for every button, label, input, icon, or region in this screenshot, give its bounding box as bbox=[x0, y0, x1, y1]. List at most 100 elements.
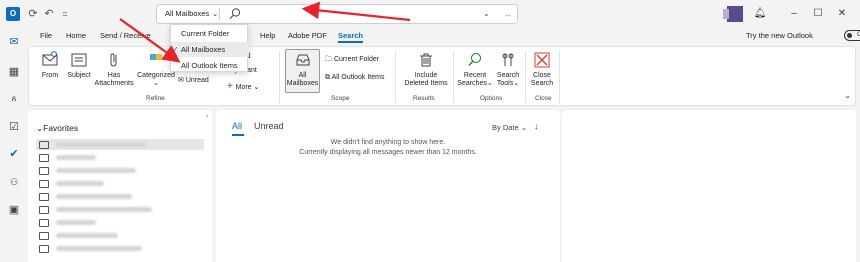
has-attachments-label-2: Attachments bbox=[94, 80, 134, 87]
from-button[interactable]: From bbox=[39, 51, 61, 80]
tab-search[interactable]: Search bbox=[338, 31, 364, 43]
subject-label: Subject bbox=[67, 72, 91, 79]
folder-item[interactable] bbox=[36, 204, 204, 215]
subject-icon bbox=[71, 53, 87, 67]
folder-item[interactable] bbox=[36, 152, 204, 163]
try-new-outlook-label: Try the new Outlook bbox=[746, 31, 813, 40]
search-go-arrow-icon[interactable]: → bbox=[503, 6, 512, 22]
include-deleted-label-2: Deleted Items bbox=[404, 80, 448, 87]
folder-name-redacted bbox=[56, 207, 152, 212]
try-new-outlook-toggle[interactable]: Off bbox=[844, 30, 860, 41]
all-mailboxes-label-2: Mailboxes bbox=[286, 80, 319, 87]
folder-name-redacted bbox=[56, 233, 118, 238]
apps-icon[interactable]: ▣ bbox=[6, 202, 22, 218]
all-outlook-items-button[interactable]: ⧉ All Outlook Items bbox=[325, 74, 384, 82]
folder-item[interactable] bbox=[36, 178, 204, 189]
folder-name-redacted bbox=[56, 168, 136, 173]
paperclip-icon bbox=[110, 53, 117, 67]
tab-all[interactable]: All bbox=[232, 121, 245, 136]
folder-name-redacted bbox=[56, 155, 96, 160]
tasks-clipboard-icon[interactable]: ☑ bbox=[6, 119, 22, 135]
folder-item[interactable] bbox=[36, 243, 204, 254]
mail-icon[interactable]: ✉ bbox=[6, 34, 22, 50]
all-mailboxes-label-1: All bbox=[298, 72, 307, 79]
menu-item-current-folder[interactable]: Current Folder bbox=[171, 26, 249, 41]
search-tools-label-1: Search bbox=[496, 72, 520, 79]
recent-search-icon bbox=[468, 53, 481, 66]
folder-item[interactable] bbox=[36, 191, 204, 202]
divider bbox=[219, 8, 220, 20]
chevron-down-icon: ⌄ bbox=[513, 80, 520, 87]
favorites-header[interactable]: ⌄Favorites bbox=[36, 123, 78, 134]
has-attachments-button[interactable]: Has Attachments bbox=[93, 51, 135, 88]
sort-by-dropdown[interactable]: By Date ⌄ bbox=[492, 123, 527, 132]
category-icon bbox=[150, 54, 162, 60]
collapse-pane-chevron-icon[interactable]: ‹ bbox=[206, 113, 208, 120]
sort-direction-arrow-icon[interactable]: ↓ bbox=[534, 121, 539, 131]
folder-item[interactable] bbox=[36, 217, 204, 228]
chevron-down-icon: ⌄ bbox=[251, 84, 260, 91]
search-scope-dropdown[interactable]: All Mailboxes ⌄ bbox=[159, 6, 224, 22]
folder-item[interactable] bbox=[36, 165, 204, 176]
search-scope-menu: Current Folder ✓ All Mailboxes All Outlo… bbox=[170, 24, 249, 73]
divider bbox=[279, 51, 280, 103]
quick-access-customize-icon[interactable]: = bbox=[58, 7, 72, 21]
tools-icon bbox=[502, 53, 514, 66]
folder-icon bbox=[39, 219, 49, 227]
maximize-icon[interactable]: ☐ bbox=[810, 6, 826, 22]
people-icon[interactable]: ጸ bbox=[6, 91, 22, 107]
avatar[interactable] bbox=[723, 6, 743, 22]
favorites-label: Favorites bbox=[43, 123, 79, 133]
unread-label: Unread bbox=[185, 77, 209, 84]
search-scope-label: All Mailboxes bbox=[165, 9, 210, 18]
folder-name-redacted bbox=[56, 142, 146, 147]
divider bbox=[453, 51, 454, 103]
search-tools-button[interactable]: Search Tools⌄ bbox=[495, 51, 521, 88]
sync-icon[interactable]: ⟳ bbox=[26, 7, 40, 21]
org-chart-icon[interactable]: ⚇ bbox=[6, 174, 22, 190]
search-options-chevron-icon[interactable]: ⌄ bbox=[483, 6, 490, 22]
more-button[interactable]: + More ⌄ bbox=[227, 81, 259, 92]
close-search-label-2: Search bbox=[530, 80, 554, 87]
inbox-icon bbox=[39, 206, 49, 214]
title-bar: O ⟳ ↶ = All Mailboxes ⌄ ⌄ → 🔔︎ – ☐ ✕ bbox=[0, 0, 860, 28]
minimize-icon[interactable]: – bbox=[786, 6, 802, 22]
envelope-icon: ✉ bbox=[178, 77, 186, 84]
chevron-down-icon: ⌄ bbox=[212, 11, 219, 18]
tab-adobe-pdf[interactable]: Adobe PDF bbox=[288, 31, 327, 40]
divider bbox=[525, 51, 526, 103]
outlook-logo-icon: O bbox=[6, 7, 20, 21]
close-search-button[interactable]: Close Search bbox=[529, 51, 555, 88]
search-input[interactable] bbox=[247, 7, 477, 21]
menu-item-all-outlook-items[interactable]: All Outlook Items bbox=[171, 58, 249, 73]
menu-item-all-mailboxes[interactable]: ✓ All Mailboxes bbox=[171, 42, 249, 57]
folder-name-redacted bbox=[56, 220, 96, 225]
current-folder-label: Current Folder bbox=[333, 56, 380, 63]
bell-icon[interactable]: 🔔︎ bbox=[752, 6, 768, 22]
mailbox-icon bbox=[296, 54, 309, 66]
all-mailboxes-button[interactable]: All Mailboxes bbox=[286, 51, 319, 88]
folder-item[interactable] bbox=[36, 230, 204, 241]
folder-item[interactable] bbox=[36, 139, 204, 150]
folder-name-redacted bbox=[56, 194, 132, 199]
tab-file[interactable]: File bbox=[40, 31, 52, 40]
current-folder-button[interactable]: 🗀︎ Current Folder bbox=[325, 55, 379, 66]
message-list: All Unread By Date ⌄ ↓ We didn't find an… bbox=[216, 110, 560, 262]
folder-icon bbox=[39, 193, 49, 201]
tab-home[interactable]: Home bbox=[66, 31, 86, 40]
close-icon[interactable]: ✕ bbox=[834, 6, 850, 22]
tab-unread[interactable]: Unread bbox=[254, 121, 284, 131]
chevron-down-icon: ⌄ bbox=[486, 80, 493, 87]
ribbon-expand-chevron-icon[interactable]: ⌄ bbox=[844, 91, 851, 100]
search-box: All Mailboxes ⌄ ⌄ → bbox=[156, 4, 518, 24]
calendar-icon[interactable]: ▦ bbox=[6, 64, 22, 80]
undo-icon[interactable]: ↶ bbox=[42, 7, 56, 21]
tab-send-receive[interactable]: Send / Receive bbox=[100, 31, 151, 40]
all-outlook-items-label: All Outlook Items bbox=[331, 74, 385, 81]
include-deleted-items-button[interactable]: Include Deleted Items bbox=[401, 51, 451, 88]
unread-button[interactable]: ✉ Unread bbox=[178, 76, 209, 84]
todo-check-icon[interactable]: ✔ bbox=[6, 146, 22, 162]
tab-help[interactable]: Help bbox=[260, 31, 275, 40]
subject-button[interactable]: Subject bbox=[65, 51, 93, 80]
recent-searches-button[interactable]: Recent Searches⌄ bbox=[457, 51, 493, 88]
